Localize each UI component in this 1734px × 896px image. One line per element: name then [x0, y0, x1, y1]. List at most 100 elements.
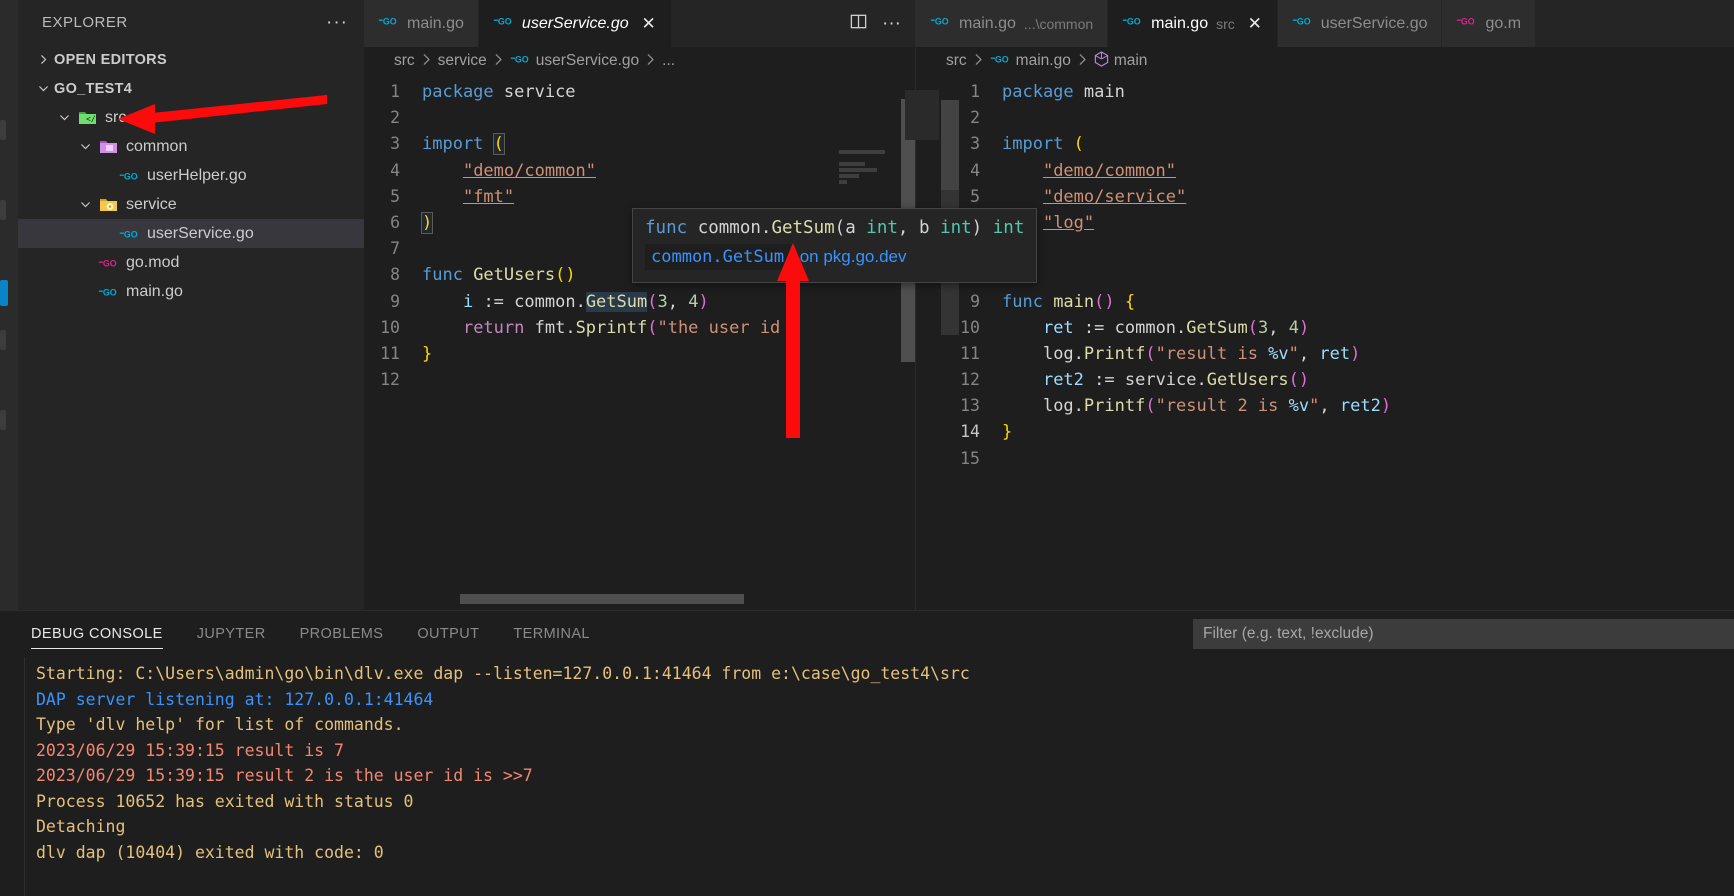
activity-bar-item[interactable]: [0, 200, 6, 220]
hover-pkgdev-link[interactable]: on pkg.go.dev: [800, 247, 907, 266]
code-line[interactable]: 1 package main: [944, 79, 1734, 105]
panel-tab-output[interactable]: OUTPUT: [400, 611, 496, 657]
code-line[interactable]: 3 import (: [364, 131, 915, 157]
breadcrumb-item[interactable]: GO main.go: [990, 52, 1071, 71]
sidebar-item-open-editors[interactable]: OPEN EDITORS: [18, 45, 364, 74]
svg-text:GO: GO: [1297, 17, 1311, 27]
code-line[interactable]: 4 "demo/common": [364, 158, 915, 184]
activity-bar[interactable]: [0, 0, 18, 610]
tab-label: main.go: [1151, 14, 1209, 32]
code-line[interactable]: 9 func main() {: [944, 289, 1734, 315]
code-editor-left[interactable]: 1 package service 2 3 import (4 "demo/common…: [364, 75, 915, 610]
sidebar-item-userservice-go[interactable]: GO userService.go: [18, 219, 364, 248]
code-line[interactable]: 11 log.Printf("result is %v", ret): [944, 341, 1734, 367]
debug-console-output[interactable]: Starting: C:\Users\admin\go\bin\dlv.exe …: [0, 657, 1734, 896]
code-line[interactable]: 10 return fmt.Sprintf("the user id i: [364, 315, 915, 341]
close-icon[interactable]: ✕: [1247, 14, 1263, 34]
code-line[interactable]: 3 import (: [944, 131, 1734, 157]
code-line[interactable]: 2: [944, 105, 1734, 131]
code-line[interactable]: 2: [364, 105, 915, 131]
chevron-down-icon[interactable]: [74, 198, 96, 211]
hover-signature-token: ): [971, 218, 983, 238]
go-file-icon: GO: [493, 14, 514, 33]
panel-tab-terminal[interactable]: TERMINAL: [496, 611, 607, 657]
code-line[interactable]: 15: [944, 446, 1734, 472]
breadcrumb-item[interactable]: src: [394, 52, 415, 70]
code-line[interactable]: 6 "log": [944, 210, 1734, 236]
hover-symbol-link[interactable]: common.GetSum: [651, 247, 784, 267]
sidebar-item-userhelper-go[interactable]: GO userHelper.go: [18, 161, 364, 190]
breadcrumb-left[interactable]: src service GO userService.go...: [364, 47, 915, 75]
code-line[interactable]: 8: [944, 262, 1734, 288]
breadcrumb-label: main.go: [1015, 52, 1071, 69]
breadcrumb-item[interactable]: service: [438, 52, 487, 70]
sidebar-item-service[interactable]: service: [18, 190, 364, 219]
line-number: 15: [960, 448, 980, 468]
panel-tab-debug-console[interactable]: DEBUG CONSOLE: [14, 611, 180, 657]
sidebar-item-go-mod[interactable]: GO go.mod: [18, 248, 364, 277]
chevron-down-icon[interactable]: [53, 111, 75, 124]
line-number: 10: [380, 317, 400, 337]
activity-bar-item-active[interactable]: [0, 280, 8, 306]
tab-main-go[interactable]: GO main.go: [364, 0, 479, 47]
line-number: 11: [380, 343, 400, 363]
editor-scrollbar-horizontal-left[interactable]: [460, 594, 744, 604]
breadcrumb-separator-icon: [974, 53, 983, 69]
code-line[interactable]: 11}: [364, 341, 915, 367]
tab-userservice-go[interactable]: GO userService.go: [1277, 0, 1443, 47]
filter-input[interactable]: Filter (e.g. text, !exclude): [1193, 619, 1734, 649]
hover-link-row[interactable]: common.GetSum on pkg.go.dev: [633, 242, 1036, 282]
panel-tab-problems[interactable]: PROBLEMS: [283, 611, 401, 657]
panel-tab-jupyter[interactable]: JUPYTER: [180, 611, 283, 657]
code-line-text: log.Printf("result 2 is %v", ret2): [1042, 396, 1392, 417]
file-tree: </> src common GO userHelper.go service GO user…: [18, 103, 364, 306]
code-line[interactable]: 10 ret := common.GetSum(3, 4): [944, 315, 1734, 341]
code-line[interactable]: 4 "demo/common": [944, 158, 1734, 184]
activity-bar-item[interactable]: [0, 330, 6, 350]
tab-label: userService.go: [1320, 14, 1428, 32]
line-number: 13: [960, 396, 980, 416]
breadcrumb-right[interactable]: src GO main.go main: [916, 47, 1734, 75]
editor-scrollbar-thumb[interactable]: [941, 100, 959, 190]
code-line-text: func main() {: [1002, 291, 1136, 312]
code-line[interactable]: 5 "fmt": [364, 184, 915, 210]
sidebar-item-project-root[interactable]: GO_TEST4: [18, 74, 364, 103]
sidebar-item-label: OPEN EDITORS: [54, 51, 167, 68]
code-line-text: ret := common.GetSum(3, 4): [1042, 317, 1310, 338]
code-line[interactable]: 14}: [944, 419, 1734, 445]
breadcrumb-item[interactable]: src: [946, 52, 967, 70]
go-file-icon: GO: [510, 52, 531, 71]
sidebar-item-src[interactable]: </> src: [18, 103, 364, 132]
split-editor-icon[interactable]: [849, 12, 868, 36]
tab-main-go[interactable]: GO main.go src ✕: [1108, 0, 1278, 47]
sidebar-item-common[interactable]: common: [18, 132, 364, 161]
sidebar-more-actions-icon[interactable]: ···: [326, 13, 348, 32]
go-file-icon: GO: [990, 52, 1011, 71]
code-line[interactable]: 7: [944, 236, 1734, 262]
tab-go-m[interactable]: GO go.m: [1442, 0, 1537, 47]
line-number: 7: [390, 239, 400, 259]
breadcrumb-label: src: [394, 52, 415, 69]
hover-signature-token: func: [645, 218, 698, 238]
activity-bar-item[interactable]: [0, 120, 6, 140]
close-icon[interactable]: ✕: [641, 14, 657, 34]
code-line[interactable]: 1 package service: [364, 79, 915, 105]
code-line[interactable]: 13 log.Printf("result 2 is %v", ret2): [944, 393, 1734, 419]
code-line[interactable]: 5 "demo/service": [944, 184, 1734, 210]
sidebar-item-main-go[interactable]: GO main.go: [18, 277, 364, 306]
editor-scrollbar-vertical-left[interactable]: [901, 75, 915, 610]
breadcrumb-item[interactable]: main: [1094, 50, 1147, 72]
code-line[interactable]: 12: [364, 367, 915, 393]
breadcrumb-item[interactable]: ...: [662, 52, 675, 70]
hover-tooltip[interactable]: func common.GetSum(a int, b int) int com…: [632, 208, 1037, 283]
code-line[interactable]: 12 ret2 := service.GetUsers(): [944, 367, 1734, 393]
chevron-down-icon[interactable]: [74, 140, 96, 153]
minimap-right[interactable]: [905, 90, 939, 140]
activity-bar-item[interactable]: [0, 410, 6, 430]
breadcrumb-item[interactable]: GO userService.go: [510, 52, 639, 71]
editor-more-actions-icon[interactable]: ···: [882, 14, 901, 33]
code-editor-right[interactable]: 1 package main 2 3 import (4 "demo/common" 5 …: [916, 75, 1734, 610]
tab-userservice-go[interactable]: GO userService.go ✕: [478, 0, 672, 47]
tab-main-go[interactable]: GO main.go ...\common: [916, 0, 1109, 47]
code-line[interactable]: 9 i := common.GetSum(3, 4): [364, 289, 915, 315]
